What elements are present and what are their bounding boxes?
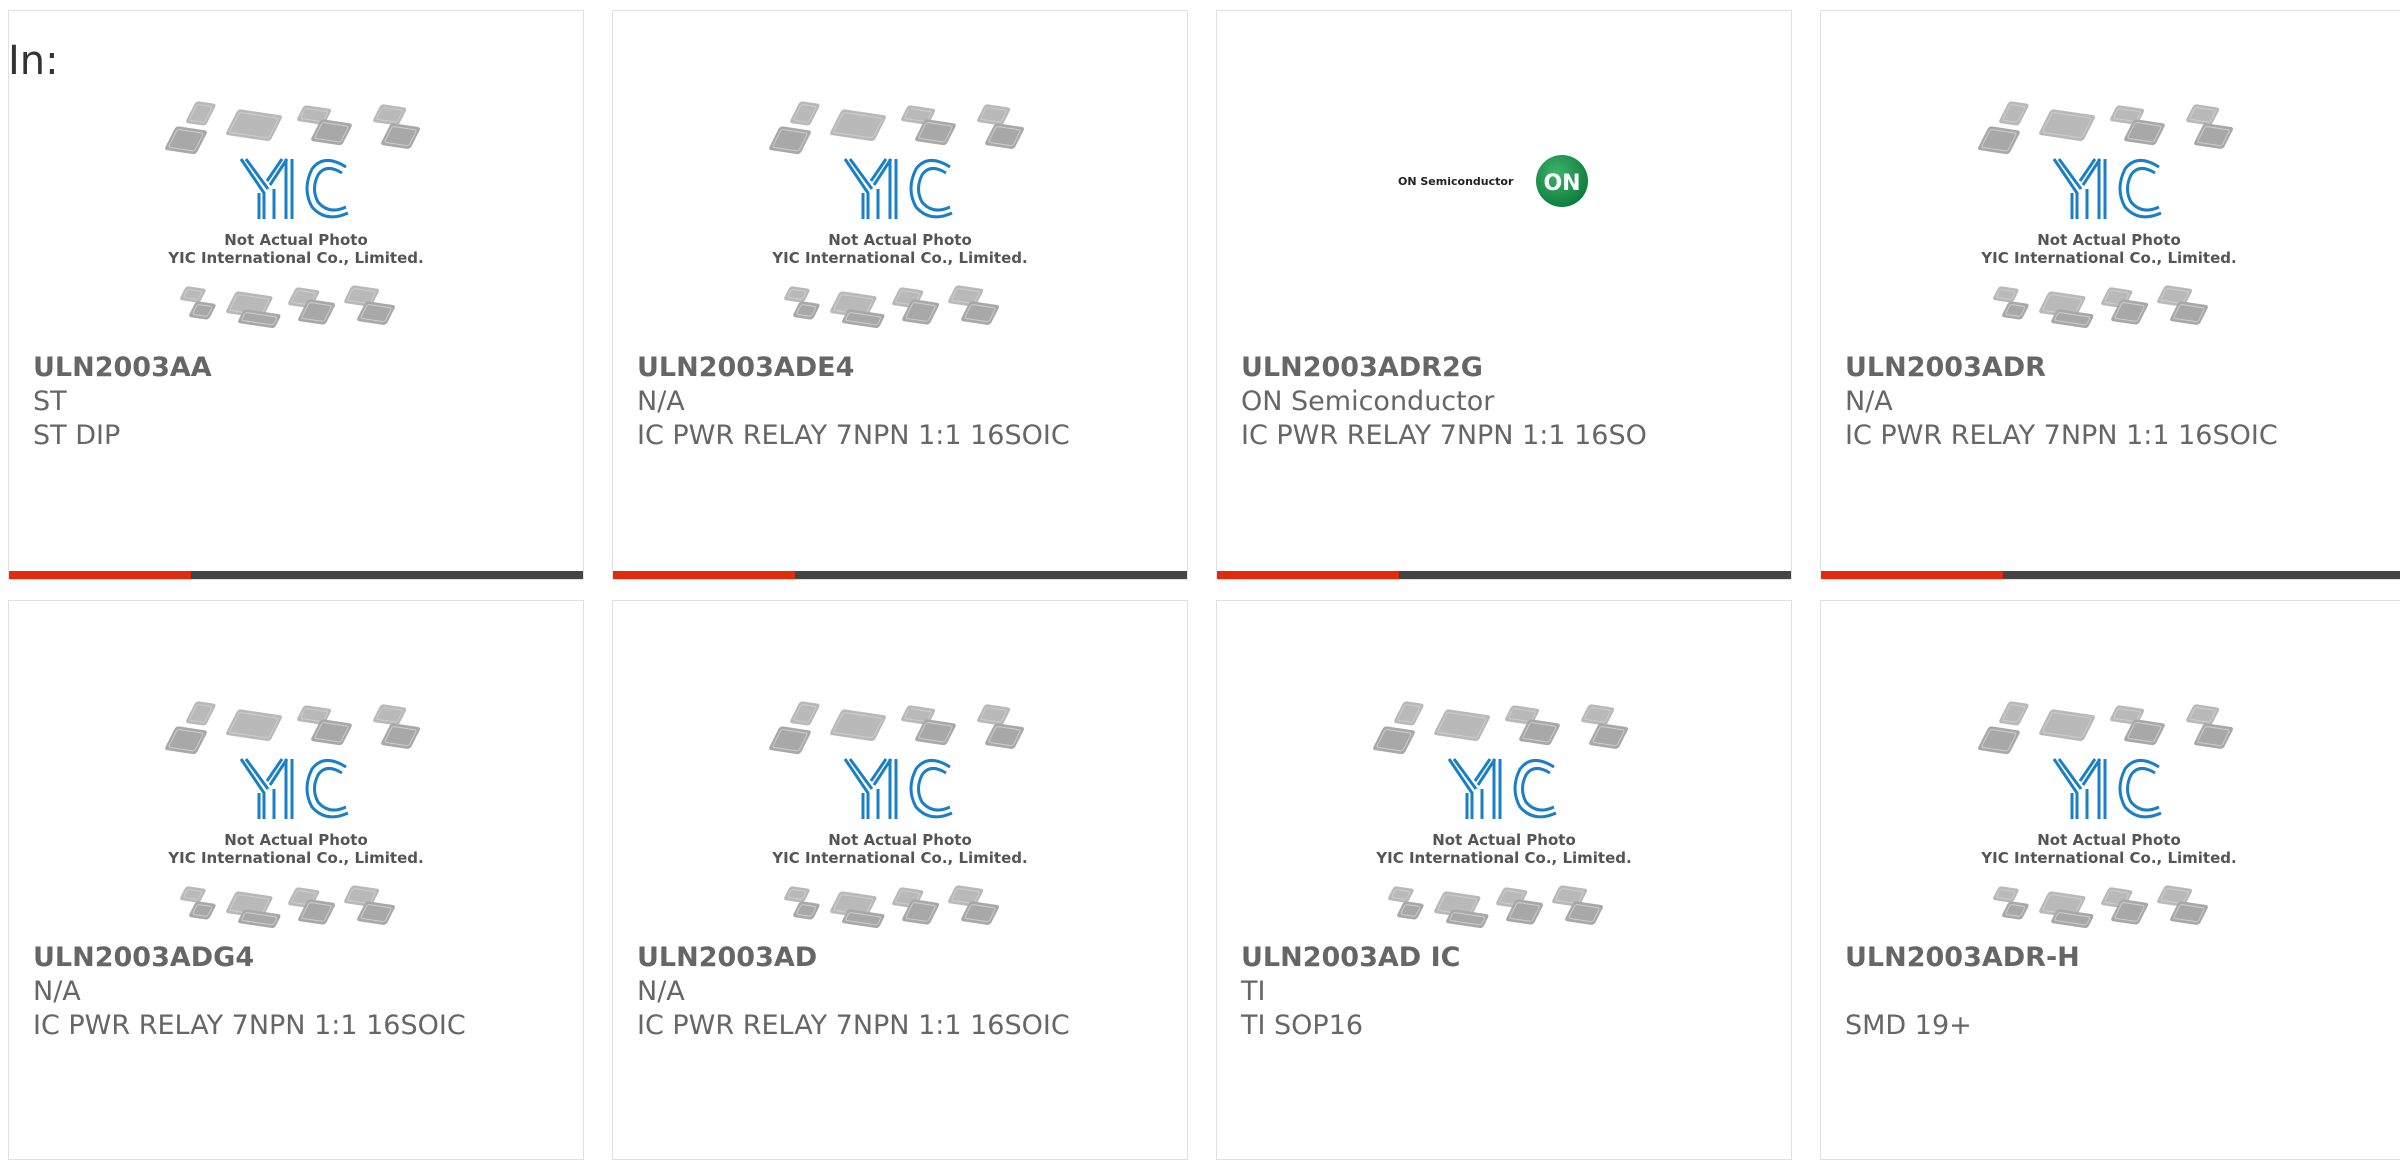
yic-placeholder-graphic: Not Actual Photo YIC International Co., … (769, 101, 1028, 329)
svg-text:YIC International Co., Limited: YIC International Co., Limited. (771, 249, 1027, 267)
chip-cluster-top (1978, 101, 2233, 155)
manufacturer: ST (33, 386, 67, 417)
product-image: Not Actual Photo YIC International Co., … (613, 91, 1187, 351)
description: TI SOP16 (1241, 1010, 1364, 1041)
manufacturer: N/A (1845, 386, 1893, 417)
chip-cluster-bottom (784, 285, 999, 329)
product-card[interactable]: Not Actual Photo YIC International Co., … (8, 10, 584, 580)
card-bar (1217, 571, 1791, 579)
yic-placeholder-graphic: Not Actual Photo YIC International Co., … (165, 701, 424, 929)
svg-text:ON: ON (1543, 171, 1580, 196)
product-card[interactable]: Not Actual Photo YIC International Co., … (612, 600, 1188, 1160)
yic-placeholder-graphic: Not Actual Photo YIC International Co., … (165, 101, 424, 329)
product-card[interactable]: Not Actual Photo YIC International Co., … (1820, 600, 2400, 1160)
product-card[interactable]: Not Actual Photo YIC International Co., … (1820, 10, 2400, 580)
svg-text:YIC International Co., Limited: YIC International Co., Limited. (771, 849, 1027, 867)
yic-placeholder-graphic: Not Actual Photo YIC International Co., … (1373, 701, 1632, 929)
chip-cluster-top (165, 101, 420, 155)
on-wordmark: ON Semiconductor (1398, 175, 1514, 188)
yic-logo (2052, 158, 2162, 219)
chip-cluster-bottom (1388, 885, 1603, 929)
yic-logo (239, 758, 349, 819)
description: IC PWR RELAY 7NPN 1:1 16SOIC (1845, 420, 2278, 451)
description: IC PWR RELAY 7NPN 1:1 16SOIC (33, 1010, 466, 1041)
part-number[interactable]: ULN2003AA (33, 351, 573, 385)
chip-cluster-top (165, 701, 420, 755)
chip-cluster-bottom (180, 285, 395, 329)
product-card[interactable]: Not Actual Photo YIC International Co., … (1216, 600, 1792, 1160)
svg-text:Not Actual Photo: Not Actual Photo (2037, 231, 2181, 249)
manufacturer (1845, 975, 2390, 1009)
part-number[interactable]: ULN2003AD IC (1241, 941, 1781, 975)
product-card[interactable]: Not Actual Photo YIC International Co., … (8, 600, 584, 1160)
svg-text:YIC International Co., Limited: YIC International Co., Limited. (167, 249, 423, 267)
product-image: ON Semiconductor ON (1217, 91, 1791, 351)
manufacturer: N/A (33, 976, 81, 1007)
chip-cluster-bottom (1993, 885, 2208, 929)
description: IC PWR RELAY 7NPN 1:1 16SO (1241, 420, 1647, 451)
svg-text:YIC International Co., Limited: YIC International Co., Limited. (1980, 249, 2236, 267)
yic-logo (1447, 758, 1557, 819)
yic-placeholder-graphic: Not Actual Photo YIC International Co., … (1978, 101, 2237, 329)
part-number[interactable]: ULN2003ADR-H (1845, 941, 2390, 975)
product-card[interactable]: Not Actual Photo YIC International Co., … (612, 10, 1188, 580)
in-label: In: (8, 38, 59, 84)
yic-placeholder-graphic: Not Actual Photo YIC International Co., … (769, 701, 1028, 929)
part-number[interactable]: ULN2003ADR2G (1241, 351, 1781, 385)
description: IC PWR RELAY 7NPN 1:1 16SOIC (637, 420, 1070, 451)
description: ST DIP (33, 420, 121, 451)
chip-cluster-top (1978, 701, 2233, 755)
card-bar (1821, 571, 2400, 579)
manufacturer: N/A (637, 976, 685, 1007)
chip-cluster-bottom (1993, 285, 2208, 329)
chip-cluster-bottom (784, 885, 999, 929)
product-image: Not Actual Photo YIC International Co., … (613, 691, 1187, 951)
svg-text:Not Actual Photo: Not Actual Photo (224, 831, 368, 849)
part-number[interactable]: ULN2003ADR (1845, 351, 2390, 385)
chip-cluster-top (769, 101, 1024, 155)
svg-text:Not Actual Photo: Not Actual Photo (224, 231, 368, 249)
svg-text:Not Actual Photo: Not Actual Photo (1432, 831, 1576, 849)
product-image: Not Actual Photo YIC International Co., … (9, 691, 583, 951)
part-number[interactable]: ULN2003ADE4 (637, 351, 1177, 385)
product-image: Not Actual Photo YIC International Co., … (1821, 691, 2397, 951)
product-card[interactable]: ON Semiconductor ON ULN2003ADR2G ON Semi… (1216, 10, 1792, 580)
description: IC PWR RELAY 7NPN 1:1 16SOIC (637, 1010, 1070, 1041)
card-bar (613, 571, 1187, 579)
product-image: Not Actual Photo YIC International Co., … (9, 91, 583, 351)
part-number[interactable]: ULN2003ADG4 (33, 941, 573, 975)
chip-cluster-top (769, 701, 1024, 755)
svg-text:Not Actual Photo: Not Actual Photo (2037, 831, 2181, 849)
svg-text:YIC International Co., Limited: YIC International Co., Limited. (1375, 849, 1631, 867)
product-image: Not Actual Photo YIC International Co., … (1821, 91, 2397, 351)
part-number[interactable]: ULN2003AD (637, 941, 1177, 975)
yic-logo (843, 758, 953, 819)
card-bar (9, 571, 583, 579)
chip-cluster-top (1373, 701, 1628, 755)
manufacturer: TI (1241, 976, 1266, 1007)
svg-text:Not Actual Photo: Not Actual Photo (828, 231, 972, 249)
on-semiconductor-logo: ON Semiconductor ON (1398, 155, 1588, 207)
yic-logo (239, 158, 349, 219)
description: SMD 19+ (1845, 1010, 1972, 1041)
svg-text:YIC International Co., Limited: YIC International Co., Limited. (167, 849, 423, 867)
svg-text:Not Actual Photo: Not Actual Photo (828, 831, 972, 849)
manufacturer: N/A (637, 386, 685, 417)
chip-cluster-bottom (180, 885, 395, 929)
yic-placeholder-graphic: Not Actual Photo YIC International Co., … (1978, 701, 2237, 929)
product-image: Not Actual Photo YIC International Co., … (1217, 691, 1791, 951)
manufacturer: ON Semiconductor (1241, 386, 1495, 417)
yic-logo (843, 158, 953, 219)
yic-logo (2052, 758, 2162, 819)
svg-text:YIC International Co., Limited: YIC International Co., Limited. (1980, 849, 2236, 867)
